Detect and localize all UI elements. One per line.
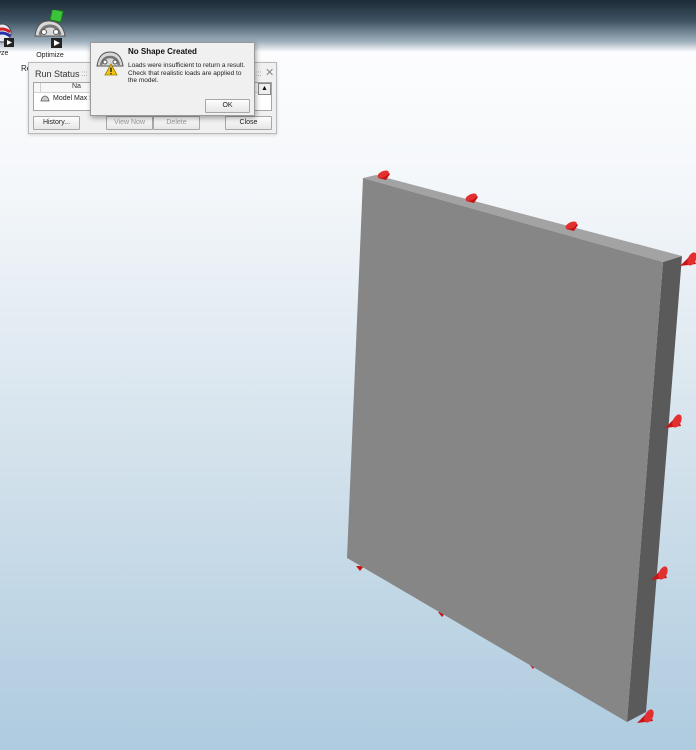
column-header-name[interactable]: Na: [72, 83, 81, 90]
table-row[interactable]: Model Max S: [40, 95, 94, 102]
message-dialog: No Shape Created Loads were insufficient…: [90, 42, 255, 116]
dialog-message: Loads were insufficient to return a resu…: [128, 62, 245, 84]
model-icon: [40, 95, 50, 102]
drag-grip-icon[interactable]: :::: [255, 69, 262, 78]
row-name: Model Max S: [53, 95, 94, 102]
close-button[interactable]: Close: [225, 116, 272, 130]
history-button[interactable]: History...: [33, 116, 80, 130]
delete-button[interactable]: Delete: [153, 116, 200, 130]
close-icon[interactable]: ✕: [265, 66, 274, 79]
warning-icon: [95, 48, 125, 78]
plate-front-face: [347, 178, 663, 722]
dialog-title: No Shape Created: [128, 47, 197, 56]
drag-grip-icon[interactable]: :::: [81, 69, 88, 78]
view-now-button[interactable]: View Now: [106, 116, 153, 130]
ok-button[interactable]: OK: [205, 99, 250, 113]
column-divider: [40, 83, 41, 92]
chevron-up-icon[interactable]: ▲: [258, 83, 271, 95]
support-marker: [680, 252, 696, 266]
run-status-title: Run Status: [35, 69, 80, 79]
